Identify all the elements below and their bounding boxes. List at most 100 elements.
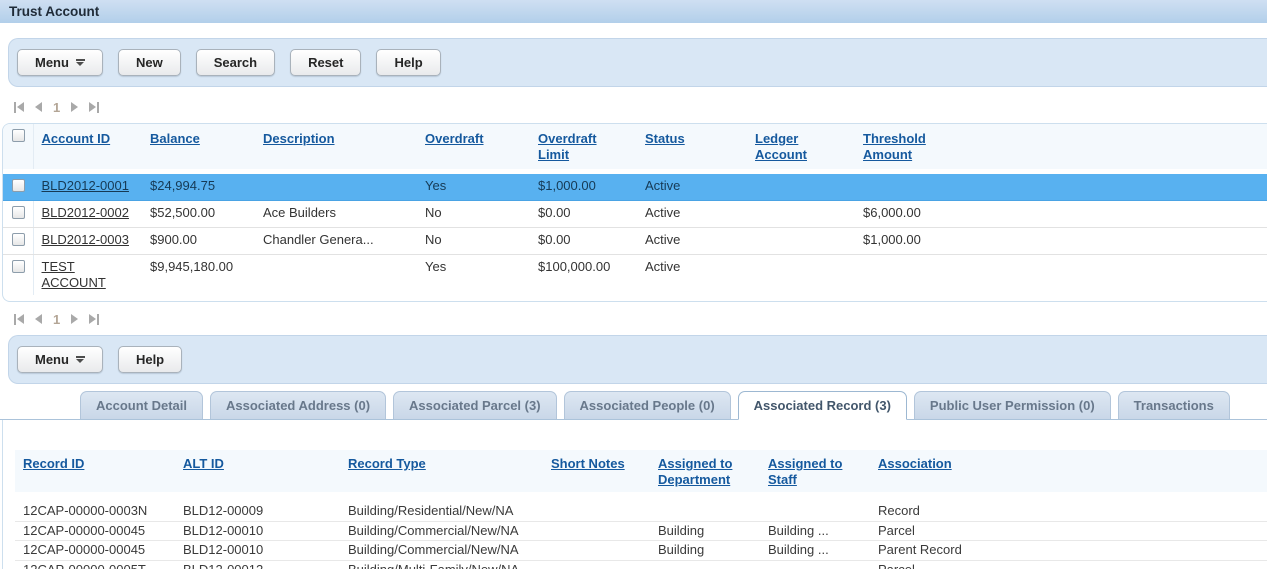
associated-record-panel: Record ID ALT ID Record Type Short Notes…	[2, 420, 1267, 569]
last-page-icon[interactable]	[89, 314, 99, 325]
account-row[interactable]: BLD2012-0003 $900.00 Chandler Genera... …	[3, 228, 1267, 255]
page-title: Trust Account	[9, 4, 99, 19]
row-checkbox[interactable]	[12, 179, 25, 192]
association-cell: Parcel	[870, 521, 1030, 541]
search-button[interactable]: Search	[196, 49, 275, 76]
account-id-link[interactable]: BLD2012-0003	[42, 232, 129, 247]
row-checkbox[interactable]	[12, 260, 25, 273]
column-header-ledger-account[interactable]: Ledger Account	[755, 131, 807, 162]
reset-button[interactable]: Reset	[290, 49, 361, 76]
detail-toolbar: Menu Help	[8, 335, 1267, 384]
row-checkbox[interactable]	[12, 233, 25, 246]
next-page-icon[interactable]	[71, 102, 78, 112]
overdraft-cell: No	[417, 201, 530, 228]
balance-cell: $9,945,180.00	[142, 255, 255, 296]
status-cell: Active	[637, 201, 747, 228]
column-header-overdraft[interactable]: Overdraft	[425, 131, 484, 146]
column-header-assigned-to-department[interactable]: Assigned to Department	[658, 456, 732, 487]
assigned-to-department-cell	[650, 560, 760, 569]
alt-id-cell: BLD12-00010	[175, 541, 340, 561]
record-id-cell: 12CAP-00000-00045	[15, 521, 175, 541]
record-row[interactable]: 12CAP-00000-0003N BLD12-00009 Building/R…	[15, 497, 1267, 521]
tab-associated-record[interactable]: Associated Record (3)	[738, 391, 907, 420]
account-row[interactable]: BLD2012-0002 $52,500.00 Ace Builders No …	[3, 201, 1267, 228]
detail-pagination: 1	[14, 311, 1267, 327]
column-header-record-type[interactable]: Record Type	[348, 456, 426, 471]
previous-page-icon[interactable]	[35, 102, 42, 112]
next-page-icon[interactable]	[71, 314, 78, 324]
assigned-to-staff-cell: Building ...	[760, 521, 870, 541]
assigned-to-staff-cell	[760, 497, 870, 521]
first-page-icon[interactable]	[14, 102, 24, 113]
ledger-account-cell	[747, 255, 855, 296]
ledger-account-cell	[747, 228, 855, 255]
description-cell: Chandler Genera...	[255, 228, 417, 255]
account-id-link[interactable]: TEST ACCOUNT	[42, 259, 106, 290]
menu-button-label: Menu	[35, 352, 69, 367]
overdraft-limit-cell: $100,000.00	[530, 255, 637, 296]
record-id-cell: 12CAP-00000-00045	[15, 541, 175, 561]
last-page-icon[interactable]	[89, 102, 99, 113]
alt-id-cell: BLD12-00012	[175, 560, 340, 569]
tab-account-detail[interactable]: Account Detail	[80, 391, 203, 419]
column-header-threshold-amount[interactable]: Threshold Amount	[863, 131, 926, 162]
short-notes-cell	[543, 521, 650, 541]
column-header-overdraft-limit[interactable]: Overdraft Limit	[538, 131, 597, 162]
new-button[interactable]: New	[118, 49, 181, 76]
records-header-row: Record ID ALT ID Record Type Short Notes…	[15, 450, 1267, 497]
column-header-alt-id[interactable]: ALT ID	[183, 456, 224, 471]
assigned-to-department-cell: Building	[650, 521, 760, 541]
column-header-short-notes[interactable]: Short Notes	[551, 456, 625, 471]
tab-associated-people[interactable]: Associated People (0)	[564, 391, 731, 419]
column-header-status[interactable]: Status	[645, 131, 685, 146]
record-row[interactable]: 12CAP-00000-0005T BLD12-00012 Building/M…	[15, 560, 1267, 569]
tab-associated-address[interactable]: Associated Address (0)	[210, 391, 386, 419]
account-id-link[interactable]: BLD2012-0001	[42, 178, 129, 193]
tab-public-user-permission[interactable]: Public User Permission (0)	[914, 391, 1111, 419]
previous-page-icon[interactable]	[35, 314, 42, 324]
records-table: Record ID ALT ID Record Type Short Notes…	[15, 450, 1267, 569]
alt-id-cell: BLD12-00009	[175, 497, 340, 521]
accounts-pagination: 1	[14, 99, 1267, 115]
accounts-table: Account ID Balance Description Overdraft…	[3, 124, 1267, 295]
menu-button[interactable]: Menu	[17, 49, 103, 76]
record-type-cell: Building/Commercial/New/NA	[340, 541, 543, 561]
menu-dropdown-caret-icon	[76, 59, 85, 66]
assigned-to-department-cell	[650, 497, 760, 521]
account-row-selected[interactable]: BLD2012-0001 $24,994.75 Yes $1,000.00 Ac…	[3, 172, 1267, 201]
menu-button-label: Menu	[35, 55, 69, 70]
account-row[interactable]: TEST ACCOUNT $9,945,180.00 Yes $100,000.…	[3, 255, 1267, 296]
help-button[interactable]: Help	[376, 49, 440, 76]
short-notes-cell	[543, 497, 650, 521]
accounts-toolbar: Menu New Search Reset Help	[8, 38, 1267, 87]
overdraft-limit-cell: $1,000.00	[530, 172, 637, 201]
select-all-checkbox[interactable]	[12, 129, 25, 142]
menu-dropdown-caret-icon	[76, 356, 85, 363]
column-header-description[interactable]: Description	[263, 131, 335, 146]
tab-transactions[interactable]: Transactions	[1118, 391, 1230, 419]
page-number[interactable]: 1	[53, 312, 60, 327]
account-id-link[interactable]: BLD2012-0002	[42, 205, 129, 220]
column-header-account-id[interactable]: Account ID	[42, 131, 111, 146]
first-page-icon[interactable]	[14, 314, 24, 325]
record-row[interactable]: 12CAP-00000-00045 BLD12-00010 Building/C…	[15, 521, 1267, 541]
threshold-amount-cell	[855, 172, 975, 201]
page-number[interactable]: 1	[53, 100, 60, 115]
threshold-amount-cell	[855, 255, 975, 296]
assigned-to-department-cell: Building	[650, 541, 760, 561]
row-checkbox[interactable]	[12, 206, 25, 219]
ledger-account-cell	[747, 172, 855, 201]
balance-cell: $24,994.75	[142, 172, 255, 201]
description-cell	[255, 255, 417, 296]
column-header-balance[interactable]: Balance	[150, 131, 200, 146]
column-header-record-id[interactable]: Record ID	[23, 456, 84, 471]
balance-cell: $900.00	[142, 228, 255, 255]
column-header-assigned-to-staff[interactable]: Assigned to Staff	[768, 456, 842, 487]
tab-associated-parcel[interactable]: Associated Parcel (3)	[393, 391, 557, 419]
menu-button[interactable]: Menu	[17, 346, 103, 373]
status-cell: Active	[637, 255, 747, 296]
help-button[interactable]: Help	[118, 346, 182, 373]
column-header-association[interactable]: Association	[878, 456, 952, 471]
overdraft-cell: Yes	[417, 172, 530, 201]
record-row[interactable]: 12CAP-00000-00045 BLD12-00010 Building/C…	[15, 541, 1267, 561]
